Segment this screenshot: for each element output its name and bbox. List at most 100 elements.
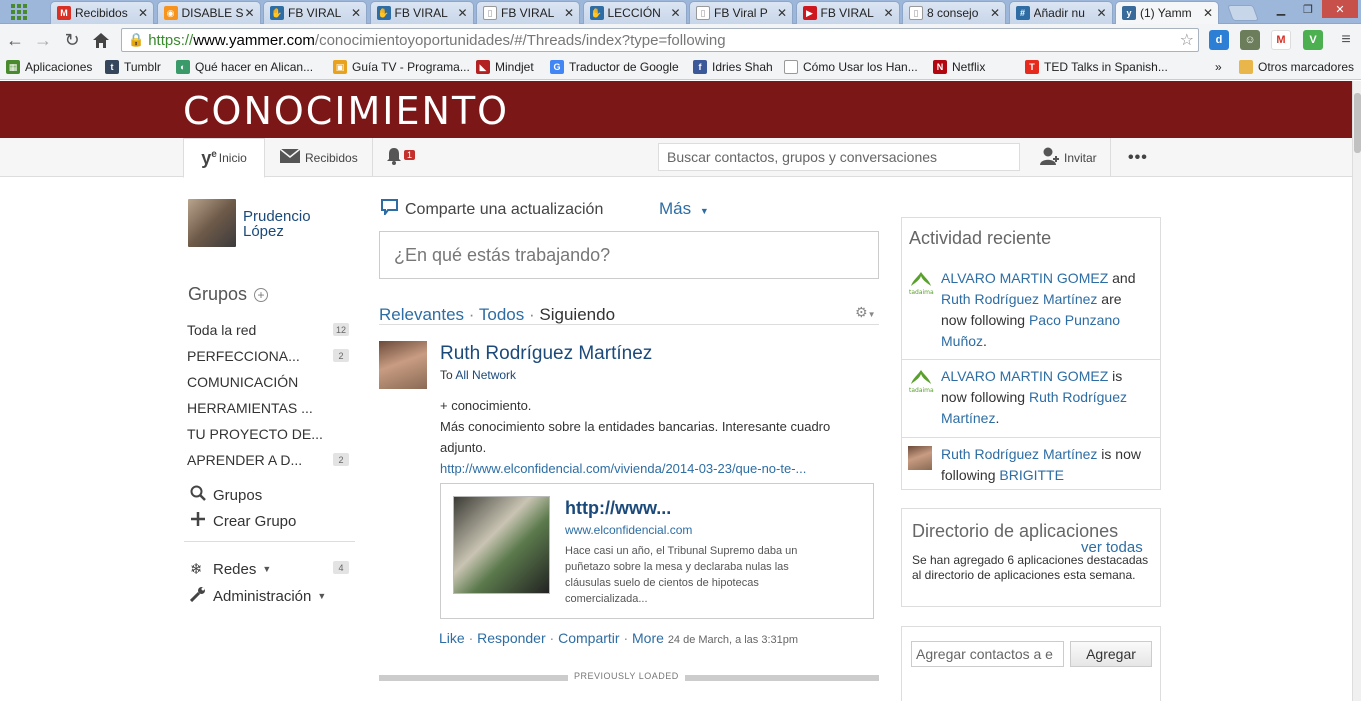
post-more-button[interactable]: More [632,630,664,646]
search-input[interactable]: Buscar contactos, grupos y conversacione… [658,143,1020,171]
nav-home[interactable]: ye Inicio [183,138,265,178]
feed-settings-gear-icon[interactable]: ⚙▼ [855,304,875,321]
attachment-host[interactable]: www.elconfidencial.com [565,523,692,537]
sidebar-group-item[interactable]: COMUNICACIÓN [187,374,298,390]
activity-user-link[interactable]: ALVARO MARTIN GOMEZ [941,368,1108,384]
filter-following[interactable]: Siguiendo [539,305,615,324]
bookmark-item[interactable]: Otros marcadores [1239,60,1354,74]
filter-relevant[interactable]: Relevantes [379,305,464,324]
extension-badge-icon[interactable]: V [1303,30,1323,50]
activity-user-avatar[interactable] [908,446,932,470]
close-tab-icon[interactable]: ✕ [883,6,895,20]
sidebar-group-item[interactable]: APRENDER A D... [187,452,302,468]
page-scrollbar[interactable] [1352,81,1361,701]
restore-icon[interactable]: ❐ [1295,0,1321,18]
sidebar-group-item[interactable]: Toda la red [187,322,256,338]
extension-avatar-icon[interactable]: ☺ [1240,30,1260,50]
browser-tab[interactable]: ◉ DISABLE S ✕ [156,1,261,24]
publisher-input[interactable]: ¿En qué estás trabajando? [379,231,879,279]
create-group-link[interactable]: Crear Grupo [190,511,296,531]
forward-icon[interactable]: → [31,28,55,52]
activity-user-link[interactable]: Ruth Rodríguez Martínez [941,446,1097,462]
bookmark-item[interactable]: ◐ Qué hacer en Alican... [176,60,313,74]
home-icon[interactable] [89,28,113,52]
attachment-thumbnail[interactable] [453,496,550,594]
browser-tab[interactable]: ▯ FB Viral P ✕ [689,1,793,24]
more-publishers-dropdown[interactable]: Más ▼ [659,199,709,219]
attachment-title[interactable]: http://www... [565,498,671,519]
scrollbar-thumb[interactable] [1354,93,1361,153]
like-button[interactable]: Like [439,630,465,646]
browser-tab[interactable]: # Añadir nu ✕ [1008,1,1113,24]
reply-button[interactable]: Responder [477,630,546,646]
activity-user-link[interactable]: BRIGITTE [999,467,1064,483]
gmail-extension-icon[interactable]: M [1271,30,1291,50]
close-window-icon[interactable]: ✕ [1322,0,1358,18]
share-button[interactable]: Compartir [558,630,619,646]
browser-tab[interactable]: M Recibidos ✕ [50,1,154,24]
add-group-circle-icon[interactable]: + [254,288,269,303]
close-tab-icon[interactable]: ✕ [350,6,362,20]
sidebar-group-item[interactable]: PERFECCIONA... [187,348,300,364]
add-contacts-button[interactable]: Agregar [1070,641,1152,667]
close-tab-icon[interactable]: ✕ [457,6,469,20]
extension-d-icon[interactable]: d [1209,30,1229,50]
activity-user-link[interactable]: ALVARO MARTIN GOMEZ [941,270,1108,286]
post-author-name[interactable]: Ruth Rodríguez Martínez [440,343,652,365]
bookmark-item[interactable]: ◣ Mindjet [476,60,534,74]
menu-icon[interactable]: ≡ [1336,30,1356,50]
close-tab-icon[interactable]: ✕ [776,6,788,20]
bookmark-item[interactable]: N Netflix [933,60,985,74]
bookmark-item[interactable]: ▦ Aplicaciones [6,60,92,74]
minimize-icon[interactable]: ▁ [1268,0,1294,18]
nav-inbox[interactable]: Recibidos [279,138,358,177]
browser-tab[interactable]: ▯ 8 consejo ✕ [902,1,1006,24]
bookmark-item[interactable]: t Tumblr [105,60,161,74]
close-tab-icon[interactable]: ✕ [989,6,1001,20]
browser-tab[interactable]: ✋ LECCIÓN ✕ [582,1,687,24]
reload-icon[interactable]: ↻ [60,28,84,52]
more-menu-button[interactable]: ••• [1110,138,1148,177]
browser-tab[interactable]: ▶ FB VIRAL ✕ [795,1,900,24]
networks-menu[interactable]: ❄ Redes ▼ [190,560,271,579]
bookmark-star-icon[interactable]: ☆ [1180,30,1194,50]
post-to-network-link[interactable]: All Network [455,368,516,382]
close-tab-icon[interactable]: ✕ [563,6,575,20]
bookmark-item[interactable]: ▣ Guía TV - Programa... [333,60,470,74]
browse-groups-link[interactable]: Grupos [190,485,262,505]
bookmark-item[interactable]: T TED Talks in Spanish... [1025,60,1168,74]
new-tab-button[interactable] [1227,5,1259,21]
sidebar-group-item[interactable]: HERRAMIENTAS ... [187,400,313,416]
close-tab-icon[interactable]: ✕ [1202,6,1214,20]
add-contacts-input[interactable]: Agregar contactos a e [911,641,1064,667]
browser-tab[interactable]: ✋ FB VIRAL ✕ [369,1,474,24]
post-url-link[interactable]: http://www.elconfidencial.com/vivienda/2… [440,458,860,479]
bookmark-item[interactable]: Cómo Usar los Han... [784,60,918,74]
admin-menu[interactable]: Administración ▼ [189,586,326,606]
back-icon[interactable]: ← [3,28,27,52]
browser-tab[interactable]: ▯ FB VIRAL ✕ [476,1,580,24]
browser-tab[interactable]: y (1) Yamm ✕ [1115,1,1219,24]
share-update-tab[interactable]: Comparte una actualización [381,199,603,220]
activity-user-link[interactable]: Ruth Rodríguez Martínez [941,291,1097,307]
close-tab-icon[interactable]: ✕ [244,6,256,20]
user-avatar[interactable] [188,199,236,247]
link-attachment-card[interactable]: http://www... www.elconfidencial.com Hac… [440,483,874,619]
bookmarks-overflow-chevron[interactable]: » [1215,60,1222,74]
apps-grid-icon[interactable] [4,2,34,22]
user-name-link[interactable]: Prudencio López [243,209,311,239]
close-tab-icon[interactable]: ✕ [137,6,149,20]
post-timestamp[interactable]: 24 de March, a las 3:31pm [668,634,798,646]
browser-tab-label: LECCIÓN [607,6,661,20]
close-tab-icon[interactable]: ✕ [1096,6,1108,20]
post-author-avatar[interactable] [379,341,427,389]
invite-button[interactable]: Invitar [1040,138,1097,177]
close-tab-icon[interactable]: ✕ [670,6,682,20]
bookmark-item[interactable]: f Idries Shah [693,60,773,74]
browser-tab[interactable]: ✋ FB VIRAL ✕ [263,1,367,24]
sidebar-group-item[interactable]: TU PROYECTO DE... [187,426,323,442]
filter-all[interactable]: Todos [479,305,524,324]
nav-notifications[interactable]: 1 [372,138,420,177]
address-bar[interactable]: 🔒 https:// www.yammer.com /conocimientoy… [121,28,1199,52]
bookmark-item[interactable]: G Traductor de Google [550,60,679,74]
